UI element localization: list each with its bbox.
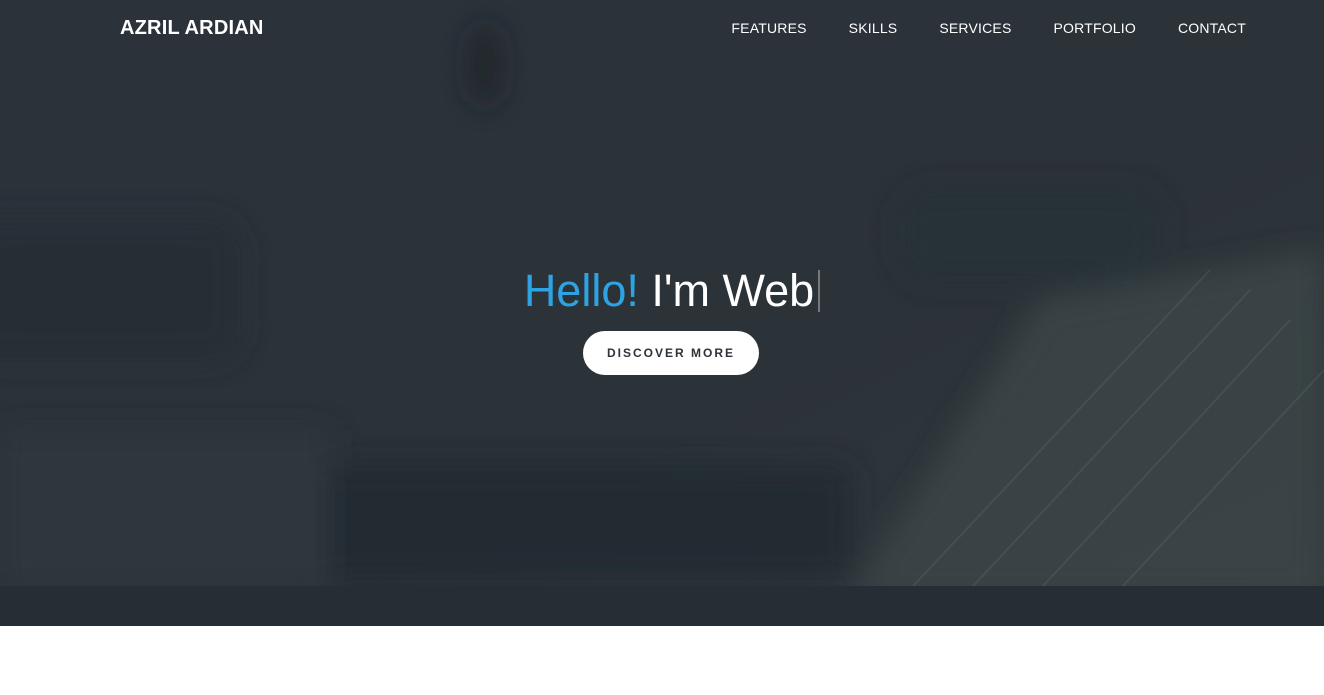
brand-logo-link[interactable]: AZRIL ARDIAN	[120, 16, 264, 40]
nav-item-skills: SKILLS	[849, 19, 898, 38]
nav-item-portfolio: PORTFOLIO	[1054, 19, 1136, 38]
hero-content: Hello! I'm Web DISCOVER MORE	[0, 262, 1324, 375]
nav-link-portfolio[interactable]: PORTFOLIO	[1054, 20, 1136, 36]
typing-cursor	[818, 270, 821, 312]
hero-section: AZRIL ARDIAN FEATURES SKILLS SERVICES PO…	[0, 0, 1324, 626]
nav-menu: FEATURES SKILLS SERVICES PORTFOLIO CONTA…	[731, 19, 1246, 38]
nav-item-services: SERVICES	[939, 19, 1011, 38]
discover-more-button[interactable]: DISCOVER MORE	[583, 331, 759, 375]
nav-link-features[interactable]: FEATURES	[731, 20, 806, 36]
top-navbar: AZRIL ARDIAN FEATURES SKILLS SERVICES PO…	[0, 0, 1324, 56]
hero-greeting: Hello!	[523, 265, 639, 316]
nav-link-skills[interactable]: SKILLS	[849, 20, 898, 36]
nav-item-contact: CONTACT	[1178, 19, 1246, 38]
hero-headline: Hello! I'm Web	[0, 262, 1324, 320]
nav-link-contact[interactable]: CONTACT	[1178, 20, 1246, 36]
nav-link-services[interactable]: SERVICES	[939, 20, 1011, 36]
hero-typed-text: I'm Web	[651, 265, 815, 316]
nav-item-features: FEATURES	[731, 19, 806, 38]
